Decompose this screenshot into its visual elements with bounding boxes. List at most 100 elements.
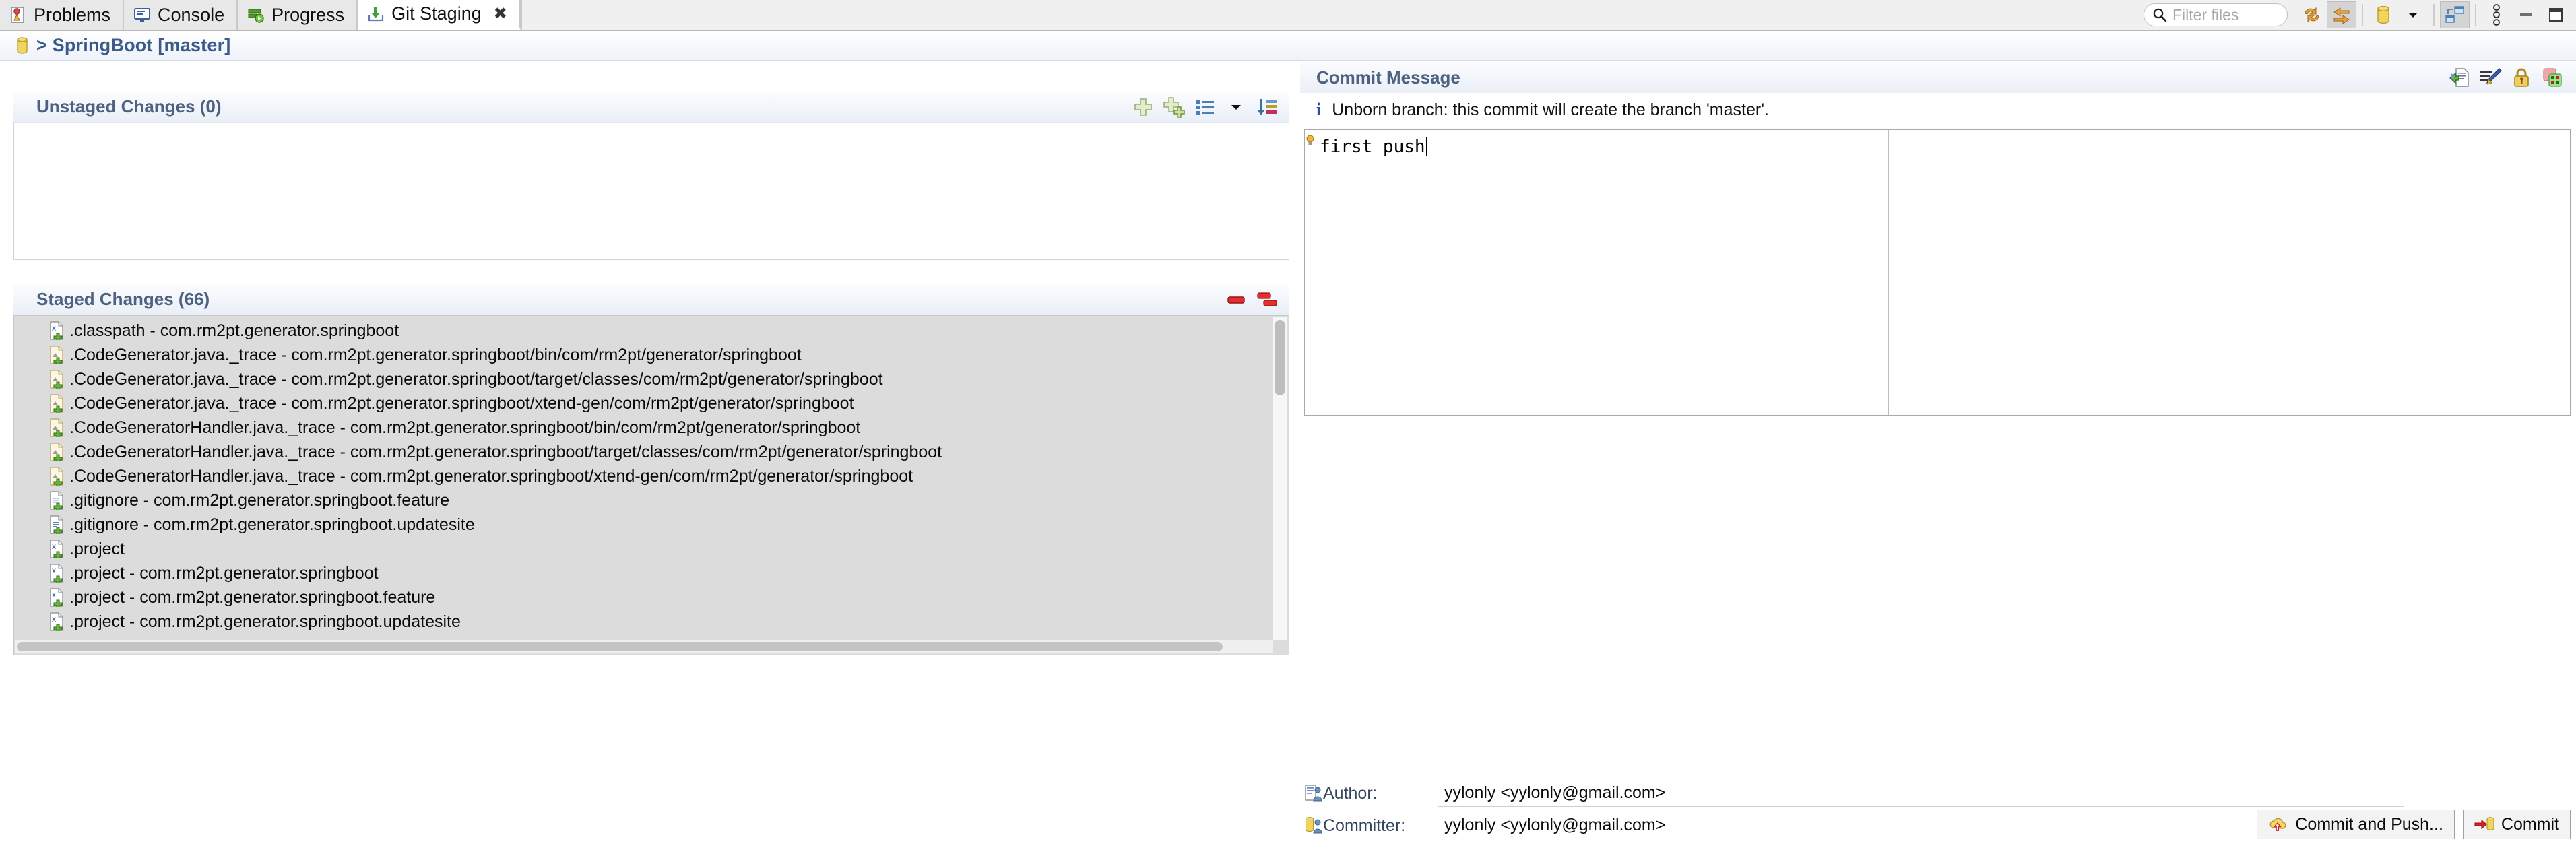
commit-message-toolbar [2445, 64, 2567, 91]
commit-button[interactable]: Commit [2462, 810, 2571, 839]
list-item-label: .classpath - com.rm2pt.generator.springb… [69, 321, 399, 340]
staged-vertical-scrollbar[interactable] [1273, 317, 1287, 640]
info-icon: i [1316, 100, 1322, 119]
unstaged-changes-section: Unstaged Changes (0) [13, 92, 1289, 260]
commit-message-text[interactable]: first push [1320, 137, 1427, 157]
author-label: Author: [1323, 783, 1378, 803]
tab-git-staging-label: Git Staging [391, 3, 482, 24]
commit-button-row: Commit and Push... Commit [2257, 810, 2571, 839]
list-item-label: .CodeGeneratorHandler.java._trace - com.… [69, 466, 913, 486]
scrollbar-thumb[interactable] [17, 642, 1223, 651]
amend-commit-icon[interactable] [2445, 64, 2474, 91]
xml-file-added-icon: X [49, 540, 65, 560]
list-item[interactable]: X .project - com.rm2pt.generator.springb… [14, 561, 1271, 585]
filter-files-input[interactable] [2172, 5, 2274, 24]
text-file-added-icon [49, 515, 65, 536]
breadcrumb-label: > SpringBoot [master] [36, 35, 231, 55]
file-added-icon [49, 443, 65, 463]
minimize-icon[interactable] [2511, 1, 2541, 28]
author-icon [1304, 783, 1323, 804]
unstage-all-icon[interactable] [1253, 286, 1281, 313]
commit-message-value: first push [1320, 137, 1425, 157]
view-toolbar [2144, 0, 2576, 30]
text-caret [1425, 137, 1427, 156]
refresh-icon[interactable] [2297, 1, 2327, 28]
list-item-label: .project [69, 539, 125, 558]
stage-all-icon[interactable] [1160, 94, 1188, 121]
tab-git-staging[interactable]: Git Staging ✖ [358, 0, 521, 30]
toolbar-separator-2 [2433, 4, 2435, 26]
xml-file-added-icon: X [49, 321, 65, 342]
list-item-label: .CodeGenerator.java._trace - com.rm2pt.g… [69, 369, 883, 389]
list-item[interactable]: .CodeGeneratorHandler.java._trace - com.… [14, 464, 1271, 488]
staged-changes-title: Staged Changes (66) [36, 289, 210, 309]
commit-message-pane: Commit Message i Unborn branch: this com… [1300, 62, 2576, 847]
presentation-icon[interactable] [2440, 1, 2470, 28]
unstaged-changes-title: Unstaged Changes (0) [36, 96, 222, 117]
scrollbar-thumb[interactable] [1275, 320, 1285, 395]
list-item[interactable]: .CodeGeneratorHandler.java._trace - com.… [14, 416, 1271, 440]
list-item-label: .gitignore - com.rm2pt.generator.springb… [69, 515, 475, 534]
compare-mode-icon[interactable] [2327, 1, 2356, 28]
tab-progress[interactable]: Progress [238, 0, 358, 30]
signed-off-by-icon[interactable] [2476, 64, 2505, 91]
sort-icon[interactable] [1253, 94, 1281, 121]
list-item[interactable]: .gitignore - com.rm2pt.generator.springb… [14, 488, 1271, 513]
filter-files-box[interactable] [2144, 3, 2288, 26]
repository-icon[interactable] [2369, 1, 2398, 28]
commit-arrow-icon [2474, 816, 2494, 833]
repository-icon [15, 36, 30, 55]
author-field[interactable]: yylonly <yylonly@gmail.com> [1438, 780, 2404, 807]
toolbar-separator [2362, 4, 2363, 26]
commit-message-editor[interactable]: first push [1304, 129, 2571, 416]
list-item[interactable]: X .classpath - com.rm2pt.generator.sprin… [14, 319, 1271, 343]
view-menu-icon[interactable] [2482, 1, 2511, 28]
list-presentation-icon[interactable] [1191, 94, 1219, 121]
unstaged-changes-list[interactable] [13, 123, 1289, 260]
list-item[interactable]: .CodeGenerator.java._trace - com.rm2pt.g… [14, 343, 1271, 367]
committer-label: Committer: [1323, 816, 1406, 835]
unstaged-toolbar [1129, 94, 1281, 121]
text-file-added-icon [49, 491, 65, 512]
list-item-label: .CodeGenerator.java._trace - com.rm2pt.g… [69, 345, 802, 364]
staged-file-rows: X .classpath - com.rm2pt.generator.sprin… [14, 319, 1271, 634]
lightbulb-icon[interactable] [1306, 134, 1315, 148]
sign-commit-icon[interactable] [2507, 64, 2536, 91]
tab-problems[interactable]: Problems [0, 0, 125, 30]
list-item[interactable]: X .project - com.rm2pt.generator.springb… [14, 585, 1271, 610]
list-item-label: .CodeGeneratorHandler.java._trace - com.… [69, 442, 942, 461]
presentation-dropdown-icon[interactable] [1222, 94, 1250, 121]
staged-changes-header: Staged Changes (66) [13, 284, 1289, 315]
list-item[interactable]: .gitignore - com.rm2pt.generator.springb… [14, 513, 1271, 537]
committer-icon [1304, 816, 1323, 836]
list-item[interactable]: .CodeGenerator.java._trace - com.rm2pt.g… [14, 367, 1271, 391]
view-tab-bar: Problems Console Progress Git Staging ✖ … [0, 0, 2576, 31]
svg-text:X: X [52, 325, 56, 332]
problems-icon [9, 6, 27, 24]
dropdown-arrow-icon[interactable] [2398, 1, 2428, 28]
tab-console[interactable]: Console [124, 0, 238, 30]
file-added-icon [49, 346, 65, 366]
list-item[interactable]: .CodeGeneratorHandler.java._trace - com.… [14, 440, 1271, 464]
commit-label: Commit [2501, 814, 2559, 834]
unborn-branch-notice: i Unborn branch: this commit will create… [1316, 97, 2461, 123]
svg-text:X: X [52, 568, 56, 575]
add-change-id-icon[interactable] [2538, 64, 2567, 91]
close-icon[interactable]: ✖ [494, 4, 507, 24]
progress-icon [247, 6, 265, 24]
file-added-icon [49, 394, 65, 415]
list-item[interactable]: X .project [14, 537, 1271, 561]
svg-text:X: X [52, 616, 56, 623]
list-item-label: .CodeGenerator.java._trace - com.rm2pt.g… [69, 393, 854, 413]
staged-toolbar [1222, 286, 1281, 313]
staged-horizontal-scrollbar[interactable] [15, 640, 1273, 653]
staged-changes-list[interactable]: X .classpath - com.rm2pt.generator.sprin… [13, 315, 1289, 655]
maximize-icon[interactable] [2541, 1, 2571, 28]
commit-and-push-button[interactable]: Commit and Push... [2257, 810, 2455, 839]
unstage-selected-icon[interactable] [1222, 286, 1250, 313]
list-item[interactable]: X .project - com.rm2pt.generator.springb… [14, 610, 1271, 634]
xml-file-added-icon: X [49, 564, 65, 585]
stage-selected-icon[interactable] [1129, 94, 1157, 121]
list-item[interactable]: .CodeGenerator.java._trace - com.rm2pt.g… [14, 391, 1271, 416]
breadcrumb[interactable]: > SpringBoot [master] [0, 31, 2576, 61]
